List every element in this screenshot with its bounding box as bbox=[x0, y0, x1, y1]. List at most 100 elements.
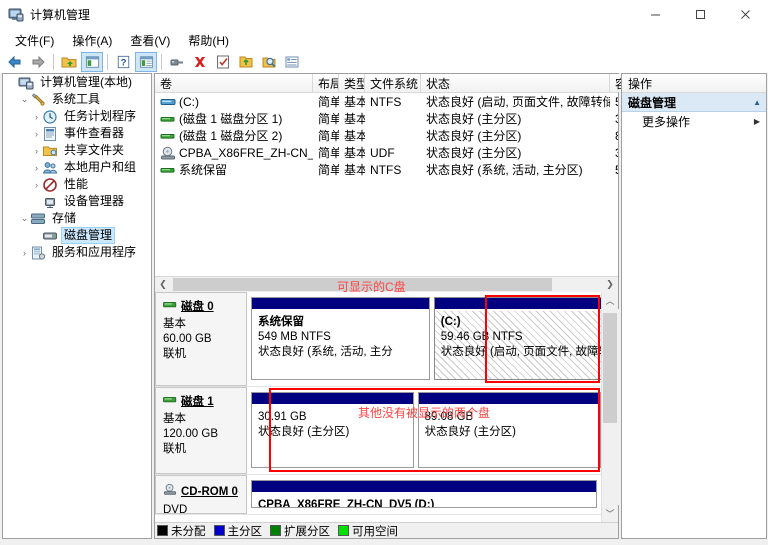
menu-help[interactable]: 帮助(H) bbox=[179, 30, 238, 52]
cell-volume: 系统保留 bbox=[155, 161, 313, 178]
tree-item-services-apps[interactable]: ›服务和应用程序 bbox=[3, 244, 151, 261]
column-header[interactable]: 状态 bbox=[421, 74, 610, 92]
actions-pane: 操作 磁盘管理 ▲ 更多操作 ▶ bbox=[621, 73, 767, 539]
tree-item-shared-folders[interactable]: ›共享文件夹 bbox=[3, 142, 151, 159]
scroll-down-icon[interactable]: ﹀ bbox=[602, 505, 619, 522]
twisty-collapsed-icon[interactable]: › bbox=[31, 146, 42, 156]
show-console-tree-icon[interactable] bbox=[81, 52, 103, 72]
vscroll-thumb[interactable] bbox=[603, 313, 617, 423]
disk-view-vscrollbar[interactable]: ︿ ﹀ bbox=[601, 292, 618, 522]
twisty-collapsed-icon[interactable]: › bbox=[31, 163, 42, 173]
tree-item-label: 本地用户和组 bbox=[62, 160, 138, 175]
tree-item-storage[interactable]: ⌄存储 bbox=[3, 210, 151, 227]
disk-management-icon bbox=[42, 228, 58, 244]
menu-bar: 文件(F) 操作(A) 查看(V) 帮助(H) bbox=[0, 30, 768, 51]
tree-item-label: 性能 bbox=[62, 177, 90, 192]
tree-item-label: 系统工具 bbox=[50, 92, 102, 107]
twisty-collapsed-icon[interactable]: › bbox=[31, 180, 42, 190]
annotation-label-hidden-drives: 其他没有被显示的两个盘 bbox=[358, 404, 490, 421]
table-row[interactable]: (磁盘 1 磁盘分区 1)简单基本状态良好 (主分区)3 bbox=[155, 110, 618, 127]
tree-item-event-viewer[interactable]: ›事件查看器 bbox=[3, 125, 151, 142]
cell-status: 状态良好 (系统, 活动, 主分区) bbox=[421, 161, 610, 178]
cell-type: 基本 bbox=[339, 93, 365, 110]
tree-item-device-manager[interactable]: 设备管理器 bbox=[3, 193, 151, 210]
storage-icon bbox=[30, 211, 46, 227]
legend-swatch bbox=[214, 525, 225, 536]
search-icon[interactable] bbox=[258, 52, 280, 72]
annotation-label-c-drive: 可显示的C盘 bbox=[337, 278, 406, 295]
cell-status: 状态良好 (主分区) bbox=[421, 144, 610, 161]
cell-layout: 简单 bbox=[313, 110, 339, 127]
volume-bar-icon bbox=[160, 128, 176, 144]
cell-capacity: 3 bbox=[610, 146, 618, 160]
partition-status: 状态良好 (主分区) bbox=[425, 425, 600, 440]
help-icon[interactable]: ? bbox=[112, 52, 134, 72]
menu-action[interactable]: 操作(A) bbox=[63, 30, 121, 52]
action-more-actions-label: 更多操作 bbox=[642, 113, 690, 130]
cell-status: 状态良好 (主分区) bbox=[421, 110, 610, 127]
column-header[interactable]: 布局 bbox=[313, 74, 339, 92]
column-header[interactable]: 类型 bbox=[339, 74, 365, 92]
cell-text: (磁盘 1 磁盘分区 1) bbox=[179, 110, 282, 127]
partition-block[interactable]: (C:)59.46 GB NTFS状态良好 (启动, 页面文件, 故障转储, 主… bbox=[434, 297, 601, 380]
disk-info-panel[interactable]: 磁盘 1基本120.00 GB联机 bbox=[155, 387, 247, 474]
partition-legend: 未分配主分区扩展分区可用空间 bbox=[155, 522, 618, 538]
tree-item-local-users-groups[interactable]: › 本地用户和组 bbox=[3, 159, 151, 176]
up-folder-icon[interactable] bbox=[58, 52, 80, 72]
action-more-actions[interactable]: 更多操作 ▶ bbox=[622, 112, 766, 130]
table-row[interactable]: (C:)简单基本NTFS状态良好 (启动, 页面文件, 故障转储, 主分区)5 bbox=[155, 93, 618, 110]
actions-section-label: 磁盘管理 bbox=[628, 94, 676, 111]
partition-color-bar bbox=[252, 481, 596, 493]
export-icon[interactable] bbox=[235, 52, 257, 72]
twisty-expanded-icon[interactable]: ⌄ bbox=[19, 213, 30, 224]
menu-file[interactable]: 文件(F) bbox=[6, 30, 63, 52]
partition-block[interactable]: CPBA_X86FRE_ZH-CN_DV5 (D:) bbox=[251, 480, 597, 508]
connect-icon[interactable] bbox=[166, 52, 188, 72]
menu-view[interactable]: 查看(V) bbox=[121, 30, 179, 52]
twisty-expanded-icon[interactable]: ⌄ bbox=[19, 94, 30, 105]
tree-item-disk-management[interactable]: 磁盘管理 bbox=[3, 227, 151, 244]
twisty-collapsed-icon[interactable]: › bbox=[31, 129, 42, 139]
table-row[interactable]: CPBA_X86FRE_ZH-CN_DV5 (D:)简单基本UDF状态良好 (主… bbox=[155, 144, 618, 161]
cell-type: 基本 bbox=[339, 127, 365, 144]
partition-status: 状态良好 (启动, 页面文件, 故障转储, 主分区) bbox=[441, 345, 601, 360]
tree-item-system-tools[interactable]: ⌄ 系统工具 bbox=[3, 91, 151, 108]
list-view-icon[interactable] bbox=[281, 52, 303, 72]
close-button[interactable] bbox=[723, 0, 768, 30]
partition-size: 59.46 GB NTFS bbox=[441, 330, 601, 345]
cell-type: 基本 bbox=[339, 161, 365, 178]
actions-section-disk-management[interactable]: 磁盘管理 ▲ bbox=[622, 93, 766, 112]
scroll-up-icon[interactable]: ︿ bbox=[602, 292, 619, 309]
forward-icon[interactable] bbox=[27, 52, 49, 72]
checklist-icon[interactable] bbox=[212, 52, 234, 72]
event-viewer-icon bbox=[42, 126, 58, 142]
column-header[interactable]: 卷 bbox=[155, 74, 313, 92]
maximize-button[interactable] bbox=[678, 0, 723, 30]
tree-item-label: 磁盘管理 bbox=[62, 228, 114, 243]
tree-item-task-scheduler[interactable]: ›任务计划程序 bbox=[3, 108, 151, 125]
disk-title: 磁盘 0 bbox=[163, 300, 242, 315]
partition-color-bar bbox=[435, 298, 601, 310]
table-row[interactable]: (磁盘 1 磁盘分区 2)简单基本状态良好 (主分区)8 bbox=[155, 127, 618, 144]
delete-icon[interactable] bbox=[189, 52, 211, 72]
properties-icon[interactable] bbox=[135, 52, 157, 72]
main-content: 计算机管理(本地)⌄系统工具›任务计划程序›事件查看器›共享文件夹›本地用户和组… bbox=[0, 73, 768, 539]
actions-header: 操作 bbox=[622, 74, 766, 93]
partition-strip: CPBA_X86FRE_ZH-CN_DV5 (D:) bbox=[247, 475, 601, 514]
disk-info-panel[interactable]: 磁盘 0基本60.00 GB联机 bbox=[155, 292, 247, 386]
minimize-button[interactable] bbox=[633, 0, 678, 30]
chevron-up-icon[interactable]: ▲ bbox=[753, 98, 761, 107]
scroll-right-icon[interactable]: ❯ bbox=[602, 277, 618, 292]
twisty-collapsed-icon[interactable]: › bbox=[31, 112, 42, 122]
vscroll-track[interactable] bbox=[602, 309, 619, 505]
twisty-collapsed-icon[interactable]: › bbox=[19, 248, 30, 258]
table-row[interactable]: 系统保留简单基本NTFS状态良好 (系统, 活动, 主分区)5 bbox=[155, 161, 618, 178]
disk-info-panel[interactable]: CD-ROM 0DVD bbox=[155, 475, 247, 514]
partition-block[interactable]: 系统保留549 MB NTFS状态良好 (系统, 活动, 主分 bbox=[251, 297, 430, 380]
scroll-left-icon[interactable]: ❮ bbox=[155, 277, 171, 292]
toolbar: ? bbox=[0, 51, 768, 73]
tree-item-performance[interactable]: › 性能 bbox=[3, 176, 151, 193]
column-header[interactable]: 文件系统 bbox=[365, 74, 421, 92]
back-icon[interactable] bbox=[4, 52, 26, 72]
tree-item-computer[interactable]: 计算机管理(本地) bbox=[3, 74, 151, 91]
